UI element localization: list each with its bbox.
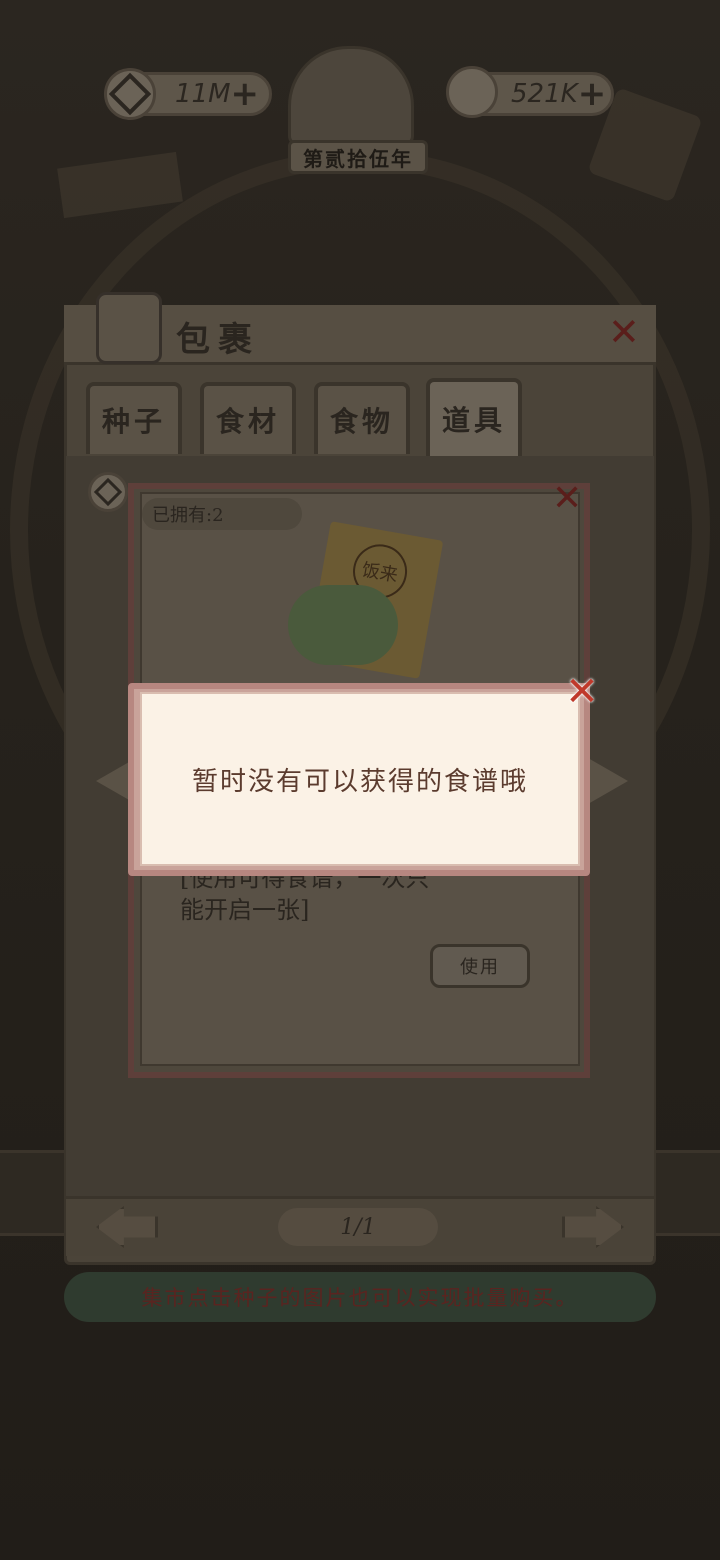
page-indicator: 1/1 — [278, 1208, 438, 1246]
food-bowl-icon — [288, 585, 398, 665]
tab-ingredients[interactable]: 食材 — [200, 382, 296, 454]
water-value: 521K — [511, 79, 578, 109]
bag-title: 包裹 — [176, 320, 260, 360]
water-drop-icon — [446, 66, 498, 118]
tip-banner: 集市点击种子的图片也可以实现批量购买。 — [64, 1272, 656, 1322]
description-line: 能开启一张] — [180, 896, 310, 924]
add-water-button[interactable]: + — [578, 74, 607, 114]
basket-icon — [96, 292, 162, 364]
owned-count: 已拥有:2 — [142, 498, 302, 530]
message-dialog-body: 暂时没有可以获得的食谱哦 — [140, 692, 580, 866]
tab-seeds[interactable]: 种子 — [86, 382, 182, 454]
bag-close-button[interactable]: ✕ — [608, 310, 640, 354]
coin-icon — [104, 68, 156, 120]
add-coins-button[interactable]: + — [231, 74, 260, 114]
tab-food[interactable]: 食物 — [314, 382, 410, 454]
item-slot-icon[interactable] — [88, 472, 128, 512]
use-button[interactable]: 使用 — [430, 944, 530, 988]
dialog-message: 暂时没有可以获得的食谱哦 — [191, 766, 528, 797]
year-label: 第贰拾伍年 — [288, 140, 428, 174]
dialog-close-button[interactable]: ✕ — [560, 669, 604, 715]
coin-value: 11M — [175, 79, 231, 109]
card-close-button[interactable]: ✕ — [552, 478, 582, 519]
tab-tools[interactable]: 道具 — [426, 378, 522, 456]
